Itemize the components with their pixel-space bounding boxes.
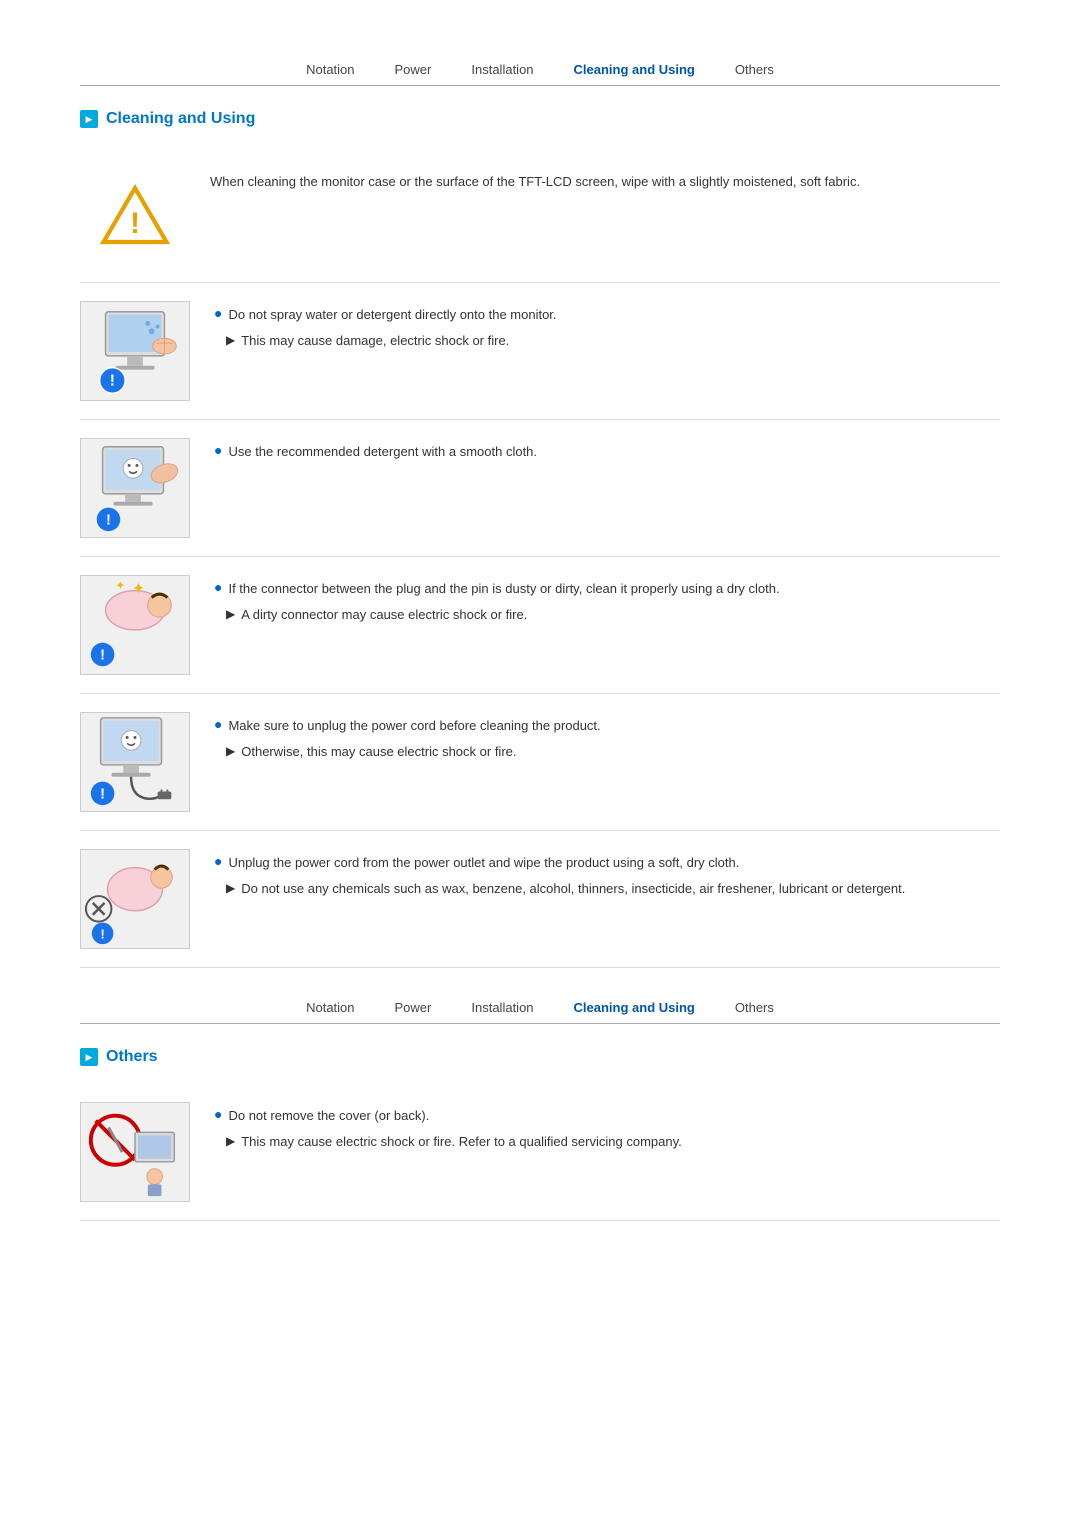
sub-arrow-5: ▶: [226, 744, 235, 758]
bottom-nav-cleaning[interactable]: Cleaning and Using: [570, 998, 699, 1017]
nav-others[interactable]: Others: [731, 60, 778, 79]
cleaning-img-5: !: [80, 712, 190, 812]
cleaning-row-3: ! ● Use the recommended detergent with a…: [80, 420, 1000, 557]
cleaning-text-3: Use the recommended detergent with a smo…: [228, 442, 537, 462]
bullet-dot-3: ●: [214, 442, 222, 458]
others-content-1: ● Do not remove the cover (or back). ▶ T…: [210, 1102, 1000, 1151]
bullet-dot-5: ●: [214, 716, 222, 732]
nav-notation[interactable]: Notation: [302, 60, 358, 79]
svg-text:!: !: [110, 372, 115, 389]
svg-text:!: !: [100, 647, 105, 663]
bullet-dot-4: ●: [214, 579, 222, 595]
svg-text:!: !: [130, 207, 140, 240]
others-section-title: Others: [106, 1048, 158, 1066]
cleaning-intro-text: When cleaning the monitor case or the su…: [210, 164, 1000, 192]
svg-text:!: !: [100, 926, 104, 941]
cleaning-row-1: ! When cleaning the monitor case or the …: [80, 146, 1000, 283]
others-row-1: ● Do not remove the cover (or back). ▶ T…: [80, 1084, 1000, 1221]
cleaning-row-6: ! ● Unplug the power cord from the power…: [80, 831, 1000, 968]
cleaning-img-3: !: [80, 438, 190, 538]
others-subtext-1: This may cause electric shock or fire. R…: [241, 1132, 682, 1152]
cleaning-text-2: Do not spray water or detergent directly…: [228, 305, 556, 325]
nav-installation[interactable]: Installation: [467, 60, 537, 79]
cleaning-row-4: ! ✦ ✦ ● If the connector between the plu…: [80, 557, 1000, 694]
cleaning-text-6: Unplug the power cord from the power out…: [228, 853, 739, 873]
cleaning-content-2: ● Do not spray water or detergent direct…: [210, 301, 1000, 350]
cleaning-subtext-4: A dirty connector may cause electric sho…: [241, 605, 527, 625]
cleaning-section-title: Cleaning and Using: [106, 110, 255, 128]
bottom-nav-bar: Notation Power Installation Cleaning and…: [80, 998, 1000, 1024]
bottom-nav-others[interactable]: Others: [731, 998, 778, 1017]
others-bullet-dot-1: ●: [214, 1106, 222, 1122]
bullet-dot-6: ●: [214, 853, 222, 869]
svg-text:!: !: [106, 512, 111, 528]
warning-triangle-image: !: [80, 164, 190, 264]
bottom-nav-installation[interactable]: Installation: [467, 998, 537, 1017]
cleaning-section-icon: [80, 110, 98, 128]
others-section-icon: [80, 1048, 98, 1066]
nav-cleaning[interactable]: Cleaning and Using: [570, 60, 699, 79]
cleaning-img-6: !: [80, 849, 190, 949]
others-section-header: Others: [80, 1048, 1000, 1066]
sub-arrow-6: ▶: [226, 881, 235, 895]
cleaning-subtext-6: Do not use any chemicals such as wax, be…: [241, 879, 905, 899]
cleaning-row-5: ! ● Make sure to unplug the power cord b…: [80, 694, 1000, 831]
cleaning-content-6: ● Unplug the power cord from the power o…: [210, 849, 1000, 898]
cleaning-content-5: ● Make sure to unplug the power cord bef…: [210, 712, 1000, 761]
cleaning-content-4: ● If the connector between the plug and …: [210, 575, 1000, 624]
cleaning-row-2: ! ● Do not spray water or detergent dire…: [80, 283, 1000, 420]
others-text-1: Do not remove the cover (or back).: [228, 1106, 429, 1126]
svg-text:✦: ✦: [132, 581, 145, 598]
svg-text:✦: ✦: [115, 580, 125, 593]
sub-arrow-4: ▶: [226, 607, 235, 621]
others-sub-arrow-1: ▶: [226, 1134, 235, 1148]
others-img-1: [80, 1102, 190, 1202]
cleaning-text-5: Make sure to unplug the power cord befor…: [228, 716, 600, 736]
nav-power[interactable]: Power: [391, 60, 436, 79]
cleaning-img-2: !: [80, 301, 190, 401]
bullet-dot-2: ●: [214, 305, 222, 321]
cleaning-text-4: If the connector between the plug and th…: [228, 579, 779, 599]
cleaning-section-header: Cleaning and Using: [80, 110, 1000, 128]
svg-text:!: !: [100, 786, 105, 802]
top-nav-bar: Notation Power Installation Cleaning and…: [80, 60, 1000, 86]
sub-arrow-2: ▶: [226, 333, 235, 347]
cleaning-subtext-5: Otherwise, this may cause electric shock…: [241, 742, 516, 762]
cleaning-subtext-2: This may cause damage, electric shock or…: [241, 331, 509, 351]
cleaning-img-4: ! ✦ ✦: [80, 575, 190, 675]
cleaning-content-3: ● Use the recommended detergent with a s…: [210, 438, 1000, 468]
bottom-nav-power[interactable]: Power: [391, 998, 436, 1017]
bottom-nav-notation[interactable]: Notation: [302, 998, 358, 1017]
